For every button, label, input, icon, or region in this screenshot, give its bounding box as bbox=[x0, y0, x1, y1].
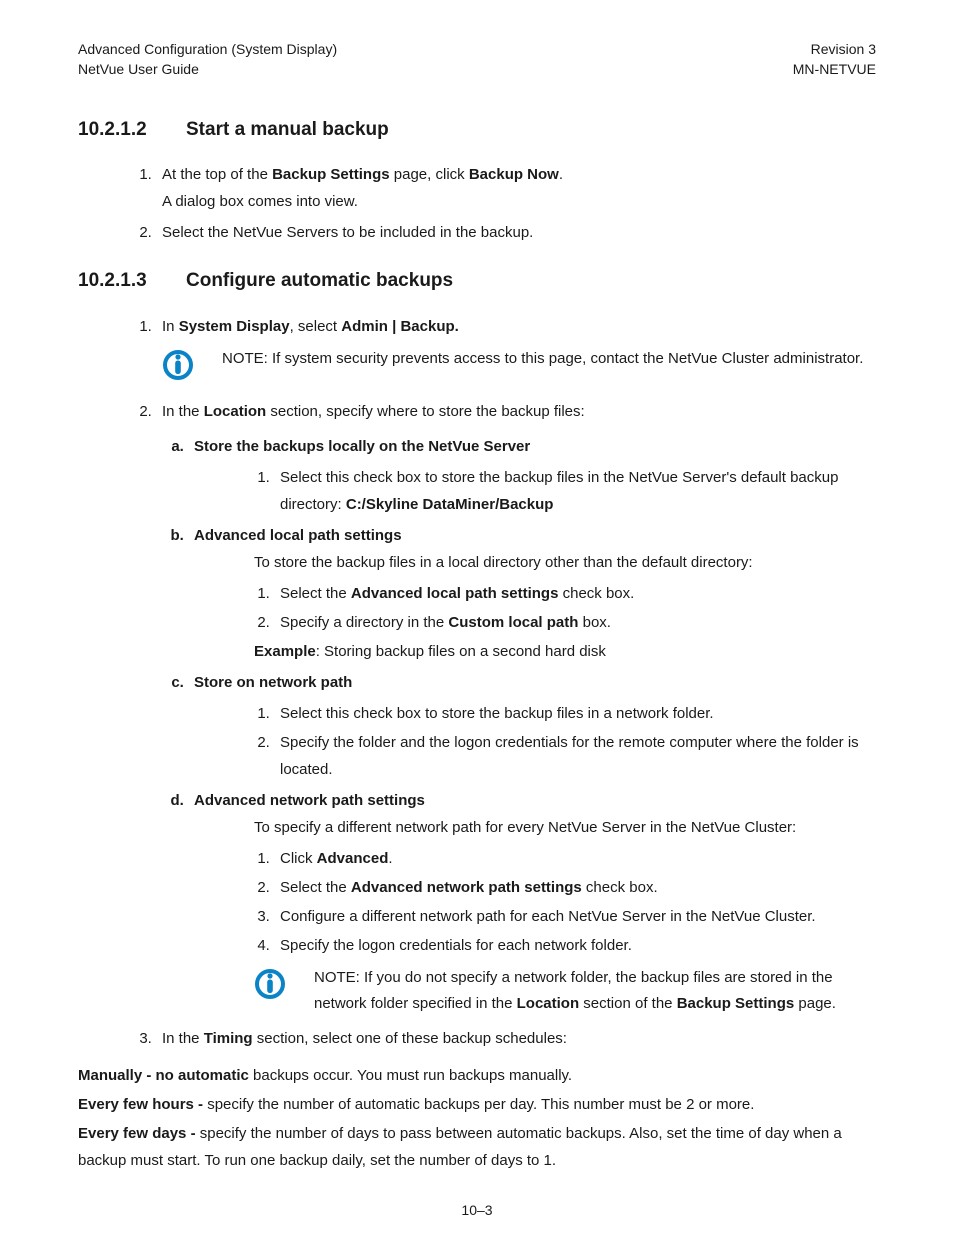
list-item: Advanced local path settings To store th… bbox=[188, 522, 876, 665]
note-text: NOTE: If system security prevents access… bbox=[222, 346, 863, 372]
note-block: NOTE: If system security prevents access… bbox=[162, 346, 876, 390]
list-item: Store the backups locally on the NetVue … bbox=[188, 433, 876, 518]
section-number: 10.2.1.3 bbox=[78, 264, 186, 298]
list-item: In System Display, select Admin | Backup… bbox=[156, 313, 876, 390]
list-item: Select the NetVue Servers to be included… bbox=[156, 219, 876, 246]
info-icon bbox=[162, 349, 194, 390]
location-options: Store the backups locally on the NetVue … bbox=[162, 433, 876, 1018]
schedule-hours: Every few hours - specify the number of … bbox=[78, 1091, 876, 1118]
section-title-text: Configure automatic backups bbox=[186, 270, 453, 291]
header-left: Advanced Configuration (System Display) … bbox=[78, 40, 337, 79]
list-item: Store on network path Select this check … bbox=[188, 669, 876, 783]
info-icon bbox=[254, 968, 286, 1009]
list-item: In the Location section, specify where t… bbox=[156, 398, 876, 1018]
section-heading-manual-backup: 10.2.1.2Start a manual backup bbox=[78, 113, 876, 147]
note-text: NOTE: If you do not specify a network fo… bbox=[314, 965, 876, 1018]
section-heading-auto-backup: 10.2.1.3Configure automatic backups bbox=[78, 264, 876, 298]
list-item: Select this check box to store the backu… bbox=[274, 700, 876, 727]
list-item: Specify the folder and the logon credent… bbox=[274, 729, 876, 783]
section-title-text: Start a manual backup bbox=[186, 119, 389, 140]
list-item: Configure a different network path for e… bbox=[274, 903, 876, 930]
header-guide: NetVue User Guide bbox=[78, 60, 337, 80]
header-revision: Revision 3 bbox=[793, 40, 876, 60]
list-item: Click Advanced. bbox=[274, 845, 876, 872]
header-docid: MN-NETVUE bbox=[793, 60, 876, 80]
list-item: Specify a directory in the Custom local … bbox=[274, 609, 876, 636]
note-block: NOTE: If you do not specify a network fo… bbox=[254, 965, 876, 1018]
list-item: Select this check box to store the backu… bbox=[274, 464, 876, 518]
list-item: Select the Advanced local path settings … bbox=[274, 580, 876, 607]
list-item: Advanced network path settings To specif… bbox=[188, 787, 876, 1018]
page-number: 10–3 bbox=[78, 1198, 876, 1223]
schedule-days: Every few days - specify the number of d… bbox=[78, 1120, 876, 1174]
manual-backup-steps: At the top of the Backup Settings page, … bbox=[78, 161, 876, 246]
list-item: Select the Advanced network path setting… bbox=[274, 874, 876, 901]
list-item: At the top of the Backup Settings page, … bbox=[156, 161, 876, 215]
header-section: Advanced Configuration (System Display) bbox=[78, 40, 337, 60]
section-number: 10.2.1.2 bbox=[78, 113, 186, 147]
auto-backup-steps: In System Display, select Admin | Backup… bbox=[78, 313, 876, 1053]
list-item: In the Timing section, select one of the… bbox=[156, 1025, 876, 1052]
list-item: Specify the logon credentials for each n… bbox=[274, 932, 876, 959]
header-right: Revision 3 MN-NETVUE bbox=[793, 40, 876, 79]
page-header: Advanced Configuration (System Display) … bbox=[78, 40, 876, 79]
schedule-manual: Manually - no automatic backups occur. Y… bbox=[78, 1062, 876, 1089]
